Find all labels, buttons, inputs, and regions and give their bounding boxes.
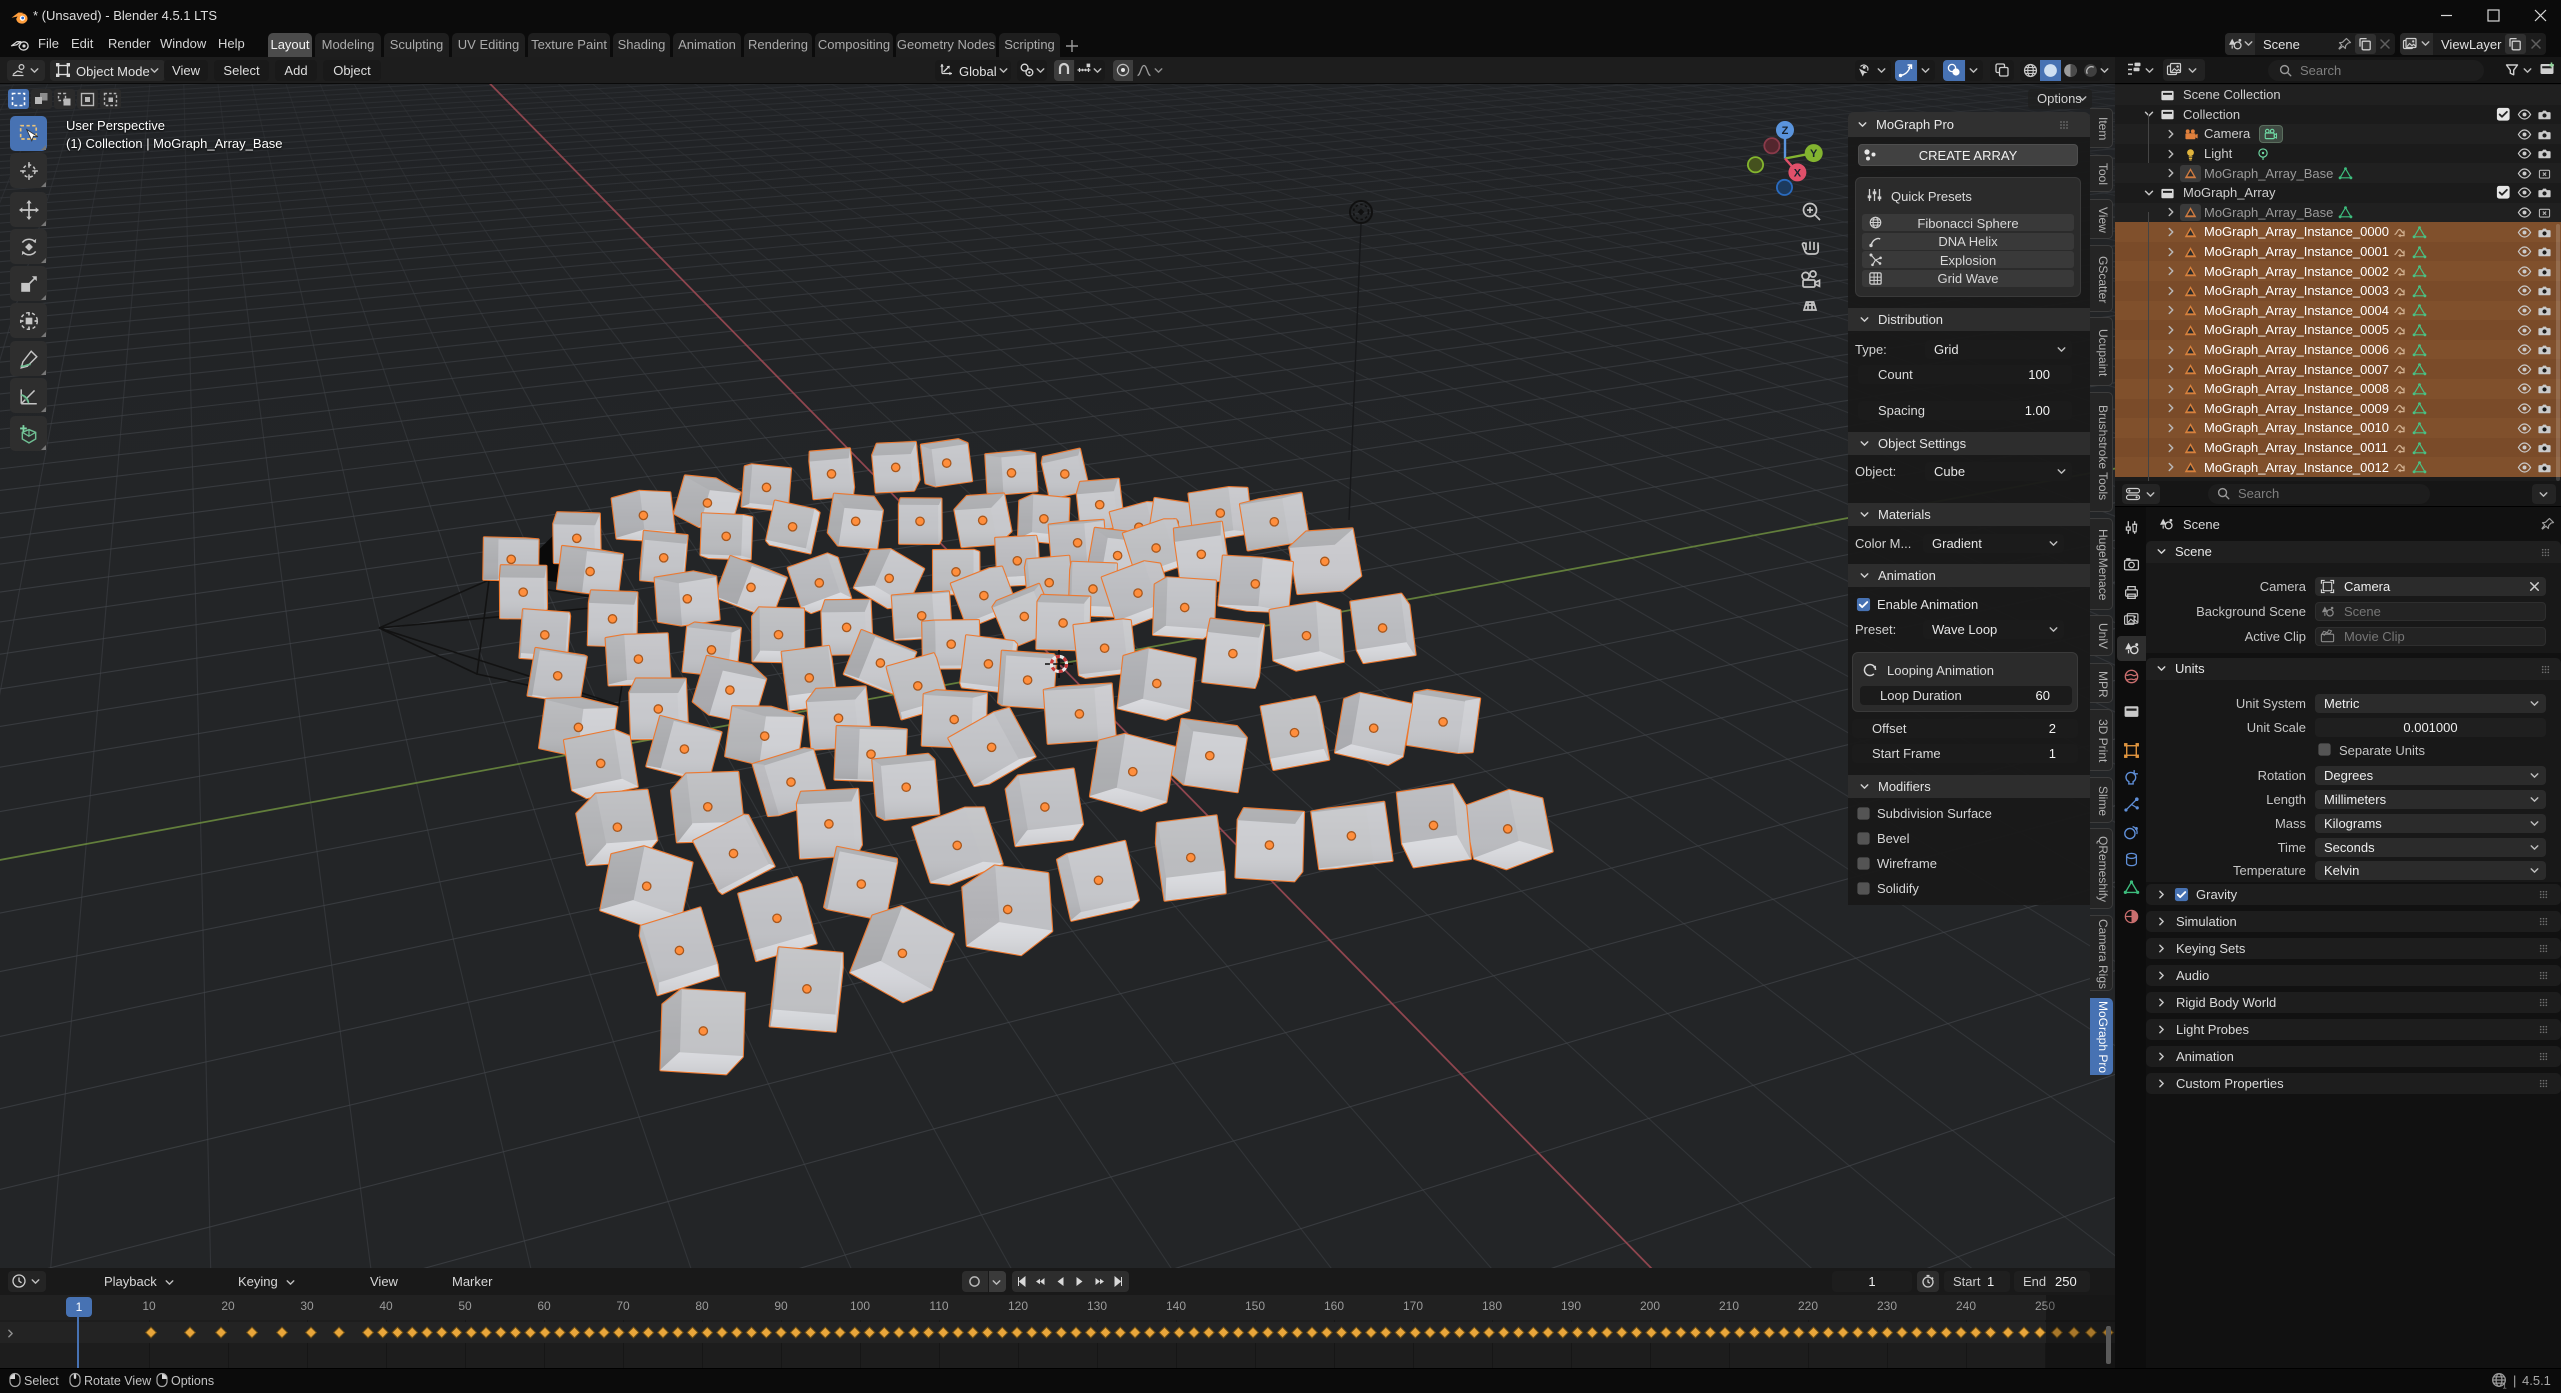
- svg-text:X: X: [1794, 167, 1802, 179]
- svg-text:Z: Z: [1782, 125, 1789, 137]
- svg-text:Y: Y: [1810, 148, 1818, 160]
- svg-text:1: 1: [2502, 1381, 2506, 1389]
